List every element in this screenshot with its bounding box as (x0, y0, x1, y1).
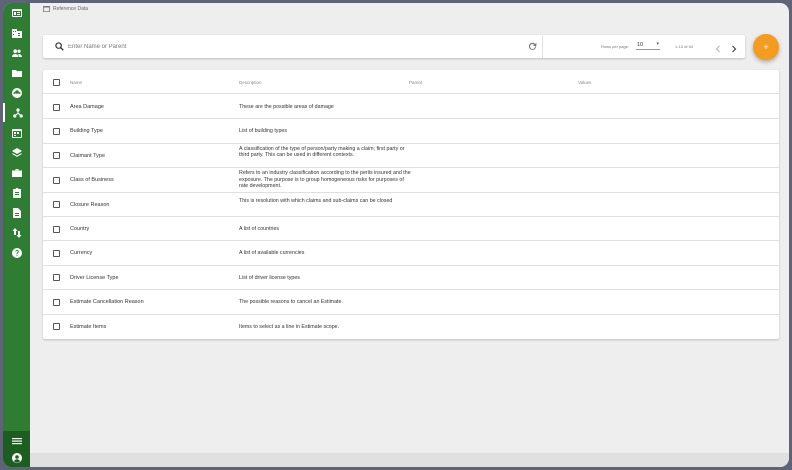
sidebar-footer (3, 431, 30, 467)
chevron-left-icon (715, 45, 720, 53)
rows-per-page-value: 10 (637, 42, 644, 48)
row-checkbox[interactable] (53, 298, 60, 306)
sidebar-item-accounts[interactable] (3, 83, 30, 102)
rows-per-page-label: Rows per page: (601, 44, 630, 49)
table-row[interactable]: Driver License Type List of driver licens… (43, 266, 779, 291)
sidebar-item-layers[interactable] (3, 143, 30, 162)
refresh-icon[interactable] (528, 42, 537, 51)
table-row[interactable]: Closure Reason This is resolution with wh… (43, 193, 779, 217)
cell-description: List of building types (239, 128, 287, 135)
cell-description: The possible reasons to cancel an Estima… (239, 299, 343, 306)
row-checkbox[interactable] (53, 103, 60, 111)
sidebar-item-briefcase[interactable] (3, 163, 30, 182)
cell-description: A list of countries (239, 226, 280, 232)
chevron-right-icon (732, 45, 737, 53)
cell-description: Items to select as a line in Estimate sc… (239, 323, 340, 330)
user-icon (11, 452, 22, 463)
reference-data-table: Name Description Parent Values Area Dama… (43, 70, 779, 339)
table-row[interactable]: Country A list of countries (43, 217, 779, 242)
cell-name: Driver License Type (70, 274, 119, 281)
table-row[interactable]: Estimate Items Items to select as a line … (43, 315, 779, 339)
app-window: Reference Data Rows per page: 10 ▾ 1-10 … (3, 3, 789, 467)
row-checkbox[interactable] (53, 274, 60, 282)
toolbar-divider (542, 35, 543, 58)
cell-name: Claimant Type (70, 152, 106, 159)
cell-description: These are the possible areas of damage (239, 104, 334, 110)
row-checkbox[interactable] (53, 127, 60, 135)
cell-name: Country (70, 226, 90, 232)
layers-icon (11, 147, 22, 157)
search-icon (55, 42, 64, 51)
sidebar (3, 3, 30, 467)
sidebar-item-clipboard[interactable] (3, 183, 30, 202)
search-toolbar: Rows per page: 10 ▾ 1-10 of 54 (43, 35, 745, 58)
page-range: 1-10 of 54 (675, 44, 694, 49)
breadcrumb-label: Reference Data (53, 6, 89, 12)
briefcase-icon (11, 168, 22, 177)
row-checkbox[interactable] (53, 249, 60, 257)
table-row[interactable]: Area Damage These are the possible areas … (43, 95, 779, 120)
row-checkbox[interactable] (53, 323, 60, 331)
breadcrumb: Reference Data (43, 6, 88, 12)
search-input[interactable] (68, 40, 508, 53)
select-all-checkbox[interactable] (53, 79, 60, 86)
sidebar-item-business[interactable] (3, 23, 30, 42)
table-row[interactable]: Currency A list of available currencies (43, 241, 779, 266)
column-header-values[interactable]: Values (578, 80, 591, 85)
cell-description: This is resolution with which claims and… (239, 198, 393, 205)
column-header-name[interactable]: Name (70, 80, 82, 85)
next-page-button[interactable] (729, 41, 739, 53)
user-button[interactable] (3, 448, 30, 467)
cell-description: A classification of the type of person/p… (239, 145, 405, 159)
table-row[interactable]: Claimant Type A classification of the typ… (43, 144, 779, 169)
sidebar-item-calendar[interactable] (3, 123, 30, 142)
account-circle-icon (11, 87, 22, 98)
cell-description: Refers to an industry classification acc… (239, 170, 411, 190)
menu-icon (11, 437, 22, 444)
column-header-description[interactable]: Description (239, 80, 262, 85)
cell-name: Class of Business (70, 177, 114, 184)
chevron-down-icon: ▾ (656, 41, 659, 47)
row-checkbox[interactable] (53, 225, 60, 233)
status-bar (30, 453, 789, 467)
sidebar-item-hierarchy[interactable] (3, 103, 30, 122)
add-button[interactable]: + (753, 34, 779, 60)
sidebar-item-document[interactable] (3, 203, 30, 222)
rows-per-page-select[interactable]: 10 ▾ (636, 41, 660, 50)
calendar-icon (11, 128, 22, 138)
table-row[interactable]: Class of Business Refers to an industry c… (43, 168, 779, 193)
swap-icon (12, 227, 21, 238)
table-row[interactable]: Building Type List of building types (43, 119, 779, 144)
hierarchy-icon (12, 107, 23, 118)
clipboard-icon (12, 187, 21, 198)
sidebar-item-dashboard[interactable] (3, 3, 30, 22)
row-checkbox[interactable] (53, 152, 60, 160)
cell-name: Closure Reason (70, 201, 110, 208)
row-checkbox[interactable] (53, 201, 60, 209)
prev-page-button[interactable] (713, 41, 723, 53)
people-icon (11, 48, 22, 57)
table-header: Name Description Parent Values (43, 70, 779, 94)
column-header-parent[interactable]: Parent (409, 80, 422, 85)
cell-description: A list of available currencies (239, 250, 305, 257)
table-row[interactable]: Estimate Cancellation Reason The possible… (43, 290, 779, 315)
cell-description: List of driver license types (239, 274, 300, 281)
cell-name: Building Type (70, 128, 103, 135)
sidebar-item-swap[interactable] (3, 223, 30, 242)
row-checkbox[interactable] (53, 176, 60, 184)
document-icon (12, 207, 21, 218)
cell-name: Area Damage (70, 104, 104, 110)
sidebar-item-folder[interactable] (3, 63, 30, 82)
help-icon (11, 247, 22, 258)
cell-name: Estimate Cancellation Reason (70, 299, 144, 306)
window-icon (43, 6, 50, 12)
sidebar-item-people[interactable] (3, 43, 30, 62)
cell-name: Estimate Items (70, 323, 107, 330)
business-icon (11, 28, 22, 38)
sidebar-item-help[interactable] (3, 243, 30, 262)
folder-icon (11, 69, 22, 77)
dashboard-icon (11, 8, 22, 17)
cell-name: Currency (70, 250, 93, 257)
